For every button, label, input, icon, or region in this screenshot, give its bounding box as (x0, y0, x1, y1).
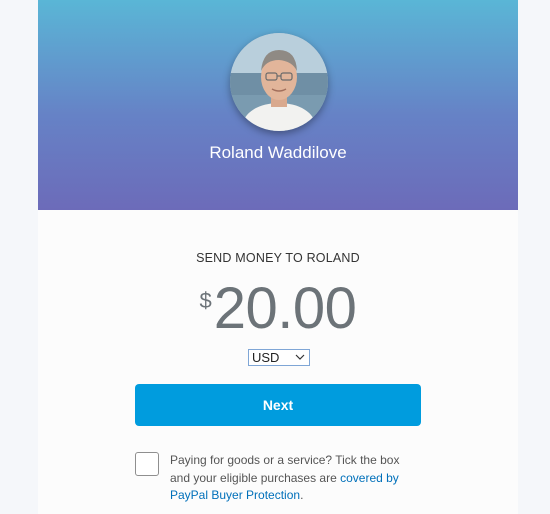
currency-select[interactable]: USD (248, 349, 310, 366)
recipient-name: Roland Waddilove (209, 143, 347, 162)
send-money-heading: SEND MONEY TO ROLAND (196, 251, 360, 265)
currency-symbol: $ (199, 288, 212, 313)
buyer-protection-checkbox[interactable] (135, 452, 159, 476)
next-button[interactable]: Next (135, 384, 421, 426)
avatar-photo (230, 33, 328, 131)
buyer-protection-period: . (300, 488, 304, 502)
avatar (230, 33, 328, 131)
amount-input[interactable]: 20.00 (214, 278, 357, 340)
currency-select-value: USD (252, 350, 280, 365)
profile-header: Roland Waddilove (38, 0, 518, 210)
amount-display[interactable]: $20.00 (38, 278, 518, 340)
buyer-protection-text: Paying for goods or a service? Tick the … (170, 452, 420, 505)
chevron-down-icon (295, 354, 305, 360)
send-money-card: Roland Waddilove SEND MONEY TO ROLAND $2… (38, 0, 518, 514)
